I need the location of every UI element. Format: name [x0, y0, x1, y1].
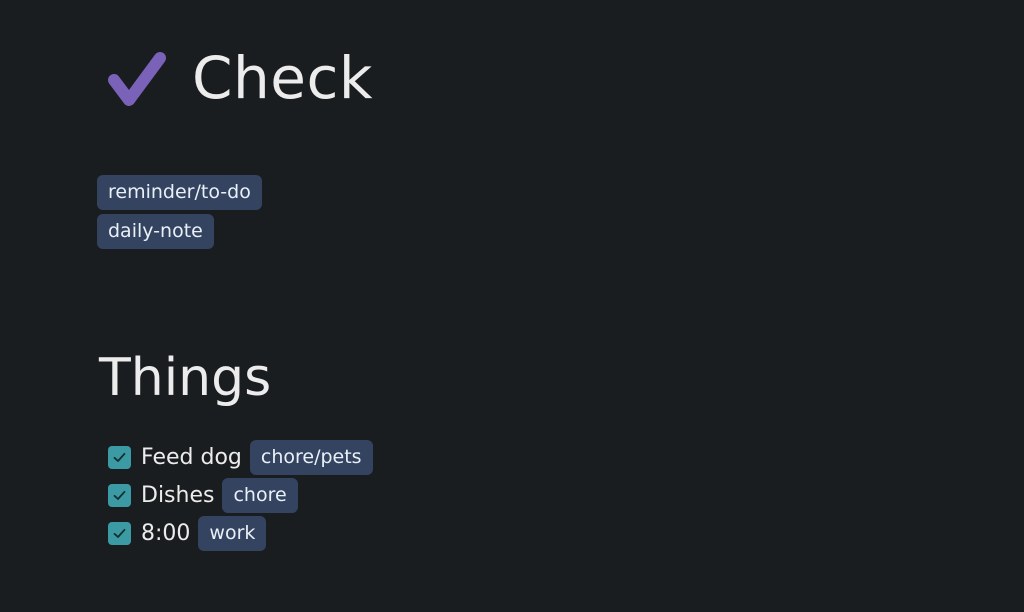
task-checkbox[interactable] [108, 522, 131, 545]
task-item: Feed dog chore/pets [108, 440, 373, 475]
note-tags: reminder/to-do daily-note [97, 175, 262, 253]
task-text: 8:00 [141, 521, 191, 546]
tag-daily-note[interactable]: daily-note [97, 214, 214, 249]
note-title-row: Check [104, 40, 373, 116]
task-item: Dishes chore [108, 478, 373, 513]
checkmark-icon [113, 490, 126, 500]
task-text: Dishes [141, 483, 215, 508]
task-text: Feed dog [141, 445, 242, 470]
task-tag[interactable]: chore [222, 478, 298, 513]
section-heading: Things [99, 348, 272, 408]
note-page: Check reminder/to-do daily-note Things F… [0, 0, 1024, 612]
checkmark-icon [113, 452, 126, 462]
note-title: Check [192, 44, 373, 112]
heavy-check-mark-icon [108, 52, 166, 106]
checkmark-icon [113, 528, 126, 538]
tag-reminder-to-do[interactable]: reminder/to-do [97, 175, 262, 210]
task-tag[interactable]: work [198, 516, 267, 551]
task-item: 8:00 work [108, 516, 373, 551]
task-checkbox[interactable] [108, 484, 131, 507]
task-checkbox[interactable] [108, 446, 131, 469]
task-list: Feed dog chore/pets Dishes chore 8:00 wo… [108, 440, 373, 554]
task-tag[interactable]: chore/pets [249, 440, 373, 475]
